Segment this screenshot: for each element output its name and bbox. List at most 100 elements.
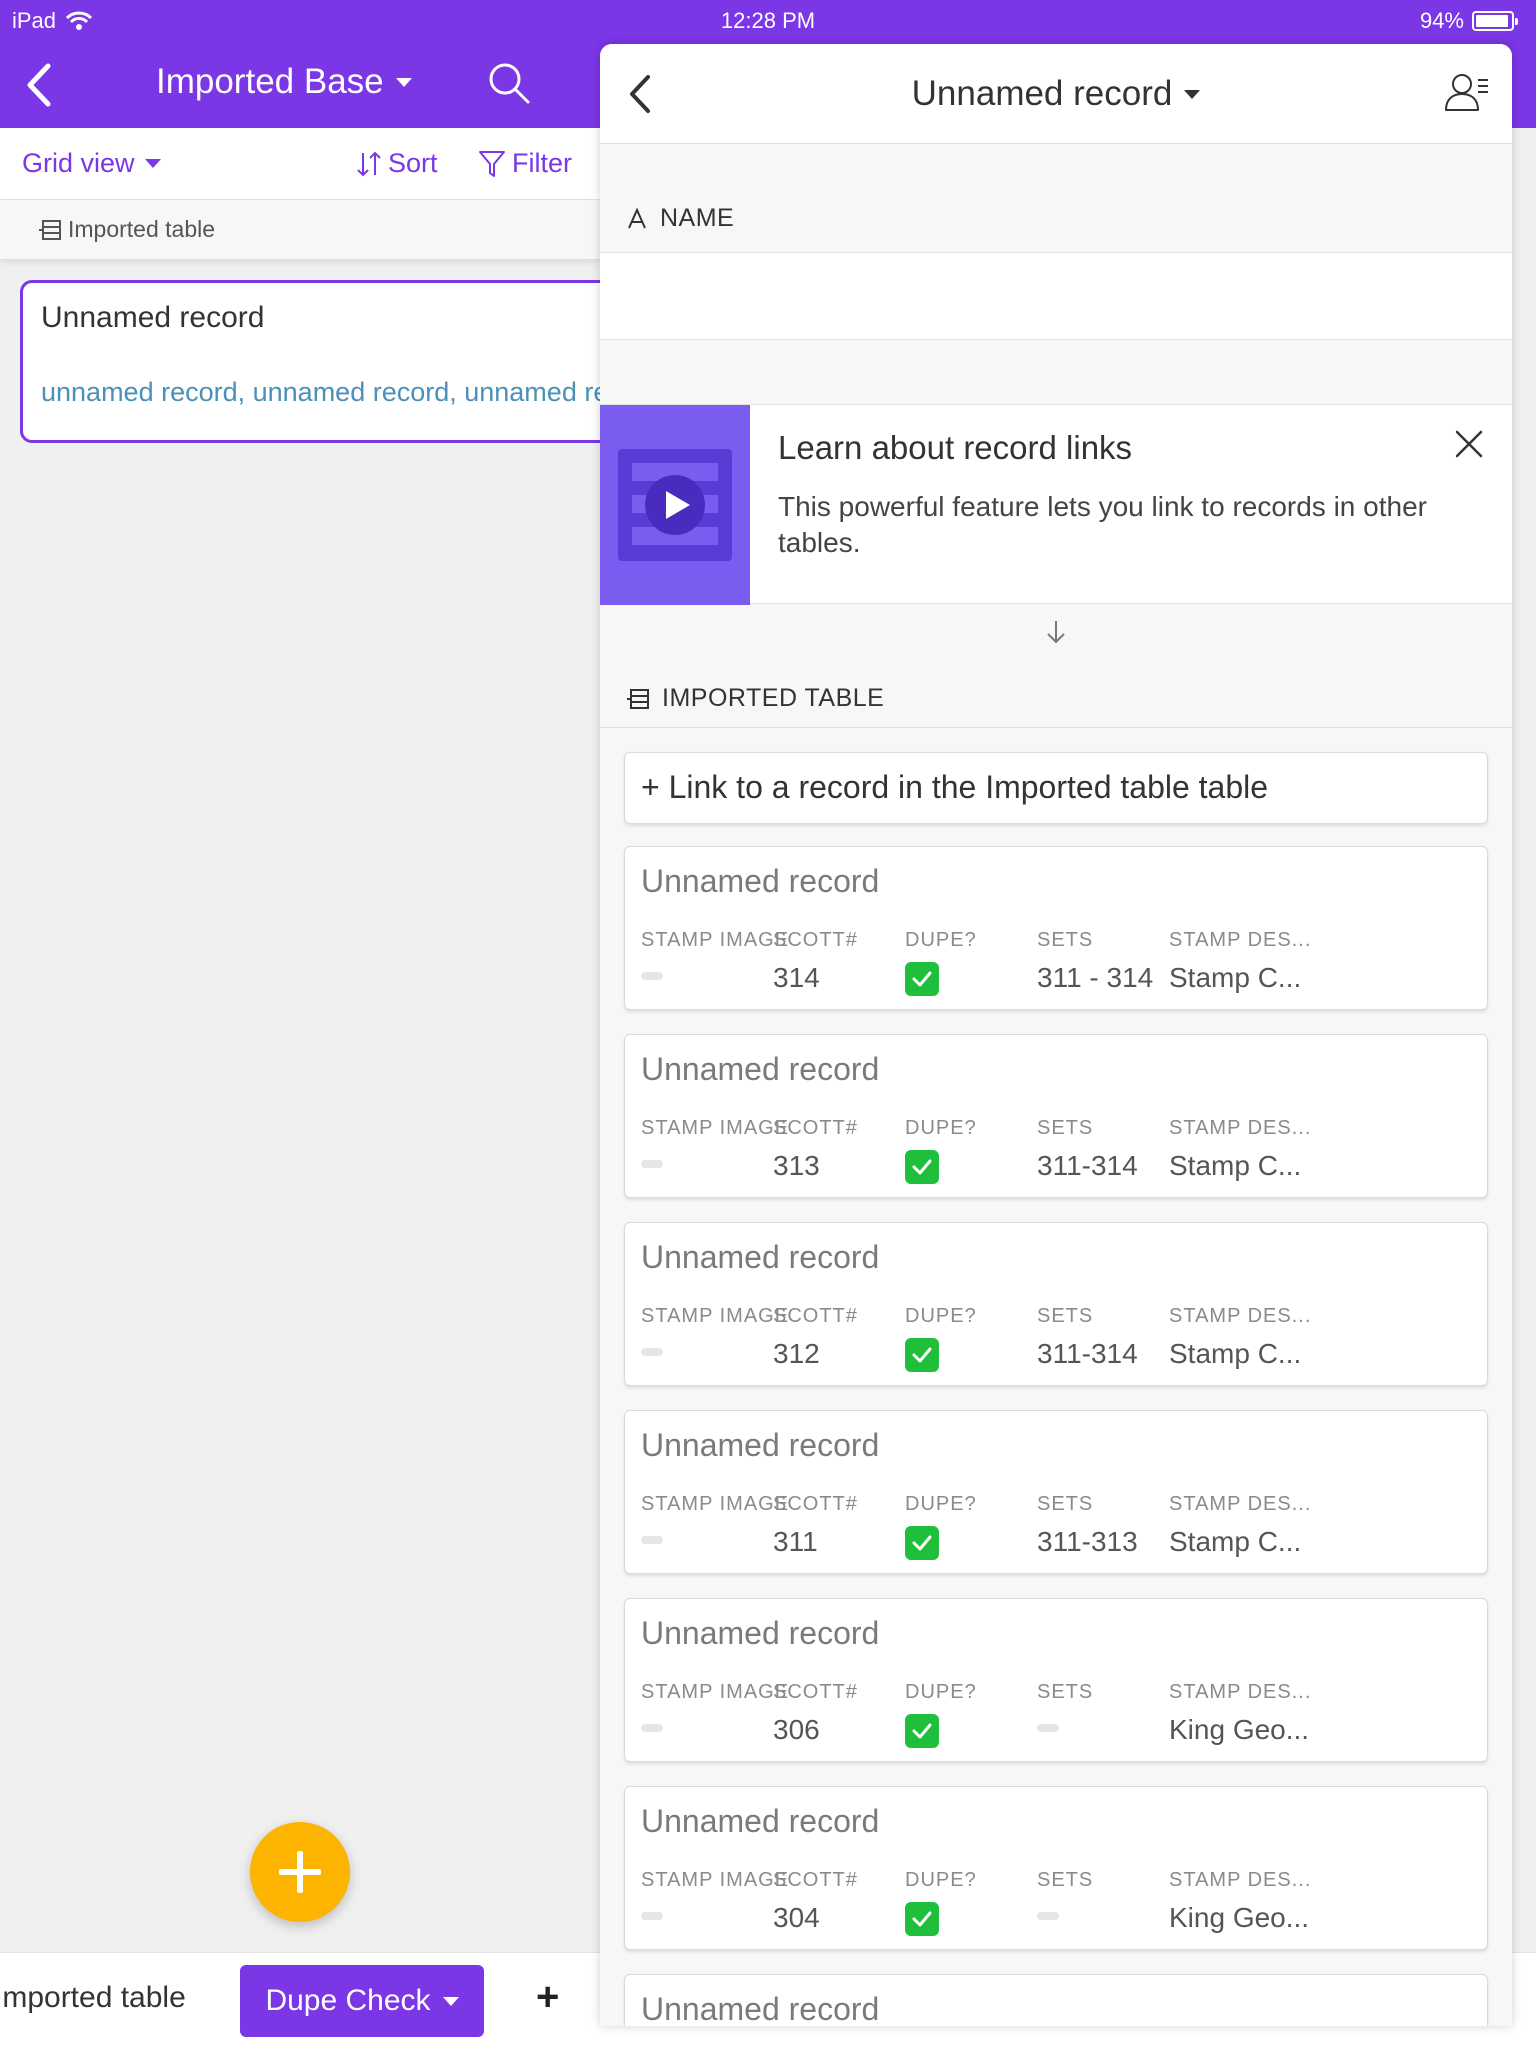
field-label: STAMP IMAGE (641, 1305, 790, 1327)
field-value: 311-314 (1037, 1150, 1138, 1181)
field-scott: SCOTT# 314 (773, 929, 858, 994)
field-value: Stamp C... (1169, 962, 1302, 993)
field-label: STAMP DES... (1169, 929, 1312, 951)
tab-dupe-check[interactable]: Dupe Check (240, 1965, 484, 2037)
field-label: SETS (1037, 1869, 1094, 1891)
field-value: 304 (773, 1902, 820, 1933)
close-icon[interactable] (1454, 429, 1484, 459)
field-sets: SETS 311 - 314 (1037, 929, 1153, 994)
caret-down-icon (144, 159, 161, 168)
field-label: DUPE? (905, 1869, 977, 1891)
sort-icon (357, 151, 381, 176)
record-card[interactable]: Unnamed record unnamed record, unnamed r… (20, 280, 640, 443)
field-label: SETS (1037, 1117, 1094, 1139)
empty-value (641, 1724, 663, 1732)
field-stamp-image: STAMP IMAGE (641, 1869, 789, 1920)
record-title: Unnamed record (41, 301, 265, 334)
caret-down-icon (442, 1996, 459, 2006)
add-table-button[interactable]: + (536, 1975, 559, 2020)
divider (600, 727, 1512, 728)
empty-value (1037, 1724, 1059, 1732)
linked-record-card[interactable]: Unnamed record STAMP IMAGE SCOTT# 313 DUPE? S… (624, 1034, 1488, 1198)
field-scott: SCOTT# 313 (773, 1117, 858, 1182)
record-links: unnamed record, unnamed record, unnamed … (41, 377, 640, 407)
video-thumbnail[interactable] (600, 405, 750, 605)
add-record-button[interactable] (250, 1822, 350, 1922)
arrow-down-icon (1047, 621, 1065, 644)
field-value: King Geo... (1169, 1714, 1310, 1745)
linked-record-card[interactable]: Unnamed record STAMP IMAGE SCOTT# 306 DUPE? S… (624, 1598, 1488, 1762)
field-label: DUPE? (905, 1305, 977, 1327)
text-field-icon (628, 207, 646, 228)
record-title-switcher[interactable]: Unnamed record (600, 74, 1512, 114)
field-label: STAMP IMAGE (641, 1493, 790, 1515)
linked-record-title: Unnamed record (641, 1427, 880, 1463)
field-dupe: DUPE? (905, 1493, 977, 1560)
field-stamp-image: STAMP IMAGE (641, 1117, 789, 1168)
field-label: SETS (1037, 1493, 1094, 1515)
linked-record-card[interactable]: Unnamed record STAMP IMAGE SCOTT# 312 DUPE? S… (624, 1222, 1488, 1386)
base-title: Imported Base (156, 62, 384, 101)
field-label: SCOTT# (773, 929, 858, 951)
field-sets: SETS 311-314 (1037, 1305, 1138, 1370)
linked-record-card[interactable]: Unnamed record STAMP IMAGE SCOTT# 314 DUPE? S… (624, 846, 1488, 1010)
field-label: DUPE? (905, 1117, 977, 1139)
field-stamp-des: STAMP DES... King Geo... (1169, 1681, 1311, 1746)
field-sets: SETS 311-313 (1037, 1493, 1138, 1558)
field-label: DUPE? (905, 1493, 977, 1515)
linked-record-title: Unnamed record (641, 1803, 880, 1839)
name-field[interactable] (600, 252, 1512, 340)
field-label: DUPE? (905, 1681, 977, 1703)
linked-record-title: Unnamed record (641, 1051, 880, 1087)
panel-title: Unnamed record (911, 74, 1173, 113)
empty-value (641, 1160, 663, 1168)
checkbox-checked-icon (905, 962, 939, 996)
field-stamp-image: STAMP IMAGE (641, 1681, 789, 1732)
field-stamp-image: STAMP IMAGE (641, 1305, 789, 1356)
sort-label: Sort (388, 148, 438, 178)
field-sets: SETS 311-314 (1037, 1117, 1138, 1182)
field-stamp-image: STAMP IMAGE (641, 929, 789, 980)
linked-record-title: Unnamed record (641, 863, 880, 899)
field-value: 314 (773, 962, 820, 993)
field-sets: SETS (1037, 1869, 1093, 1920)
field-label: STAMP IMAGE (641, 1117, 790, 1139)
tab-imported-table[interactable]: Imported table (0, 1981, 186, 2015)
field-scott: SCOTT# 306 (773, 1681, 858, 1746)
search-icon[interactable] (486, 60, 532, 106)
field-dupe: DUPE? (905, 929, 977, 996)
field-label: STAMP DES... (1169, 1869, 1312, 1891)
linked-record-title: Unnamed record (641, 1615, 880, 1651)
empty-value (1037, 1912, 1059, 1920)
back-icon[interactable] (20, 60, 60, 110)
filter-button[interactable]: Filter (478, 148, 572, 179)
record-links-promo: Learn about record links This powerful f… (600, 404, 1512, 605)
table-icon (39, 219, 61, 240)
field-label: SCOTT# (773, 1117, 858, 1139)
empty-value (641, 1912, 663, 1920)
linked-record-card[interactable]: Unnamed record STAMP IMAGE SCOTT# 311 DUPE? S… (624, 1410, 1488, 1574)
checkbox-checked-icon (905, 1902, 939, 1936)
field-stamp-image: STAMP IMAGE (641, 1493, 789, 1544)
table-name: Imported table (68, 216, 216, 242)
linked-record-card[interactable]: Unnamed record STAMP IMAGE SCOTT# 304 DUPE? S… (624, 1786, 1488, 1950)
checkbox-checked-icon (905, 1338, 939, 1372)
view-switcher[interactable]: Grid view (22, 148, 161, 179)
caret-down-icon (1184, 89, 1201, 99)
app-header: Imported Base (0, 42, 600, 128)
field-value: Stamp C... (1169, 1150, 1302, 1181)
field-stamp-des: STAMP DES... Stamp C... (1169, 929, 1311, 994)
checkbox-checked-icon (905, 1714, 939, 1748)
table-icon (627, 688, 649, 709)
sort-button[interactable]: Sort (356, 148, 438, 179)
collaborator-icon[interactable] (1442, 70, 1490, 114)
linked-record-card[interactable]: Unnamed record (624, 1974, 1488, 2026)
field-value: Stamp C... (1169, 1338, 1302, 1369)
panel-header: Unnamed record (600, 44, 1512, 144)
field-sets: SETS (1037, 1681, 1093, 1732)
tab-dupe-check-label: Dupe Check (265, 1984, 431, 2017)
base-switcher[interactable]: Imported Base (156, 62, 412, 102)
empty-value (641, 972, 663, 980)
link-record-button[interactable]: + Link to a record in the Imported table… (624, 752, 1488, 824)
field-label: STAMP DES... (1169, 1681, 1312, 1703)
